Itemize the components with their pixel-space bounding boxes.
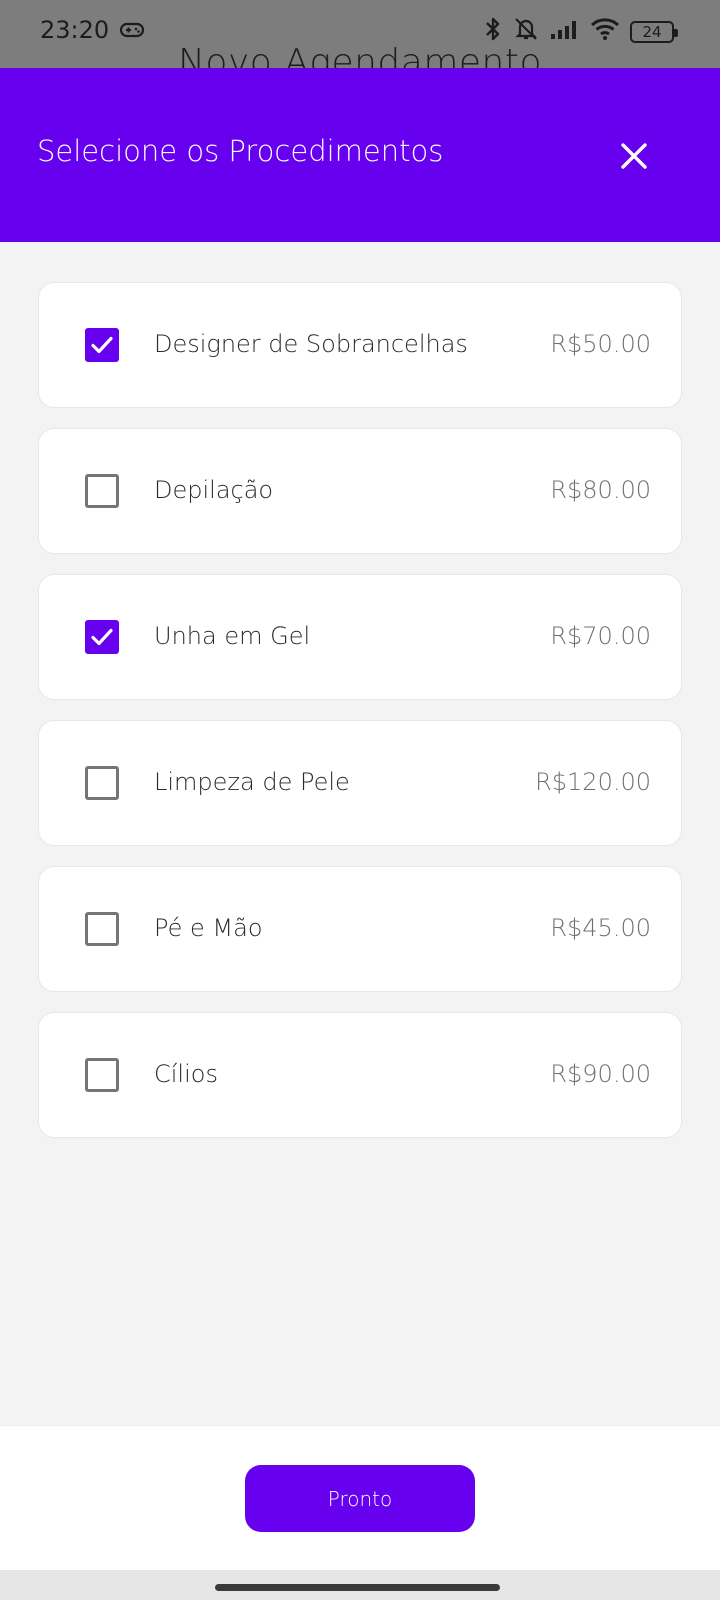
procedure-list: Designer de Sobrancelhas R$50.00 Depilaç… <box>38 282 682 1158</box>
status-icons: 24 <box>484 16 678 47</box>
procedure-label: Pé e Mão <box>154 914 263 942</box>
close-icon <box>621 143 647 169</box>
procedure-item[interactable]: Cílios R$90.00 <box>38 1012 682 1138</box>
procedure-price: R$50.00 <box>550 330 651 358</box>
wifi-icon <box>590 17 620 46</box>
procedure-checkbox[interactable] <box>85 474 119 508</box>
procedure-checkbox[interactable] <box>85 912 119 946</box>
procedure-checkbox[interactable] <box>85 766 119 800</box>
navigation-bar <box>0 1570 720 1600</box>
done-button[interactable]: Pronto <box>245 1465 475 1532</box>
procedure-checkbox[interactable] <box>85 1058 119 1092</box>
gamepad-icon <box>119 22 145 43</box>
procedure-price: R$90.00 <box>550 1060 651 1088</box>
procedure-price: R$70.00 <box>550 622 651 650</box>
bottom-action-bar: Pronto <box>0 1425 720 1570</box>
close-button[interactable] <box>612 134 656 178</box>
procedure-price: R$45.00 <box>550 914 651 942</box>
procedure-price: R$80.00 <box>550 476 651 504</box>
bluetooth-icon <box>484 16 502 47</box>
procedure-checkbox[interactable] <box>85 328 119 362</box>
mute-notification-icon <box>512 16 540 47</box>
procedure-item[interactable]: Designer de Sobrancelhas R$50.00 <box>38 282 682 408</box>
procedure-label: Unha em Gel <box>154 622 311 650</box>
procedure-item[interactable]: Depilação R$80.00 <box>38 428 682 554</box>
procedure-price: R$120.00 <box>535 768 651 796</box>
checkmark-icon <box>91 628 113 646</box>
procedure-checkbox[interactable] <box>85 620 119 654</box>
dialog-header: Selecione os Procedimentos <box>0 68 720 242</box>
procedure-item[interactable]: Unha em Gel R$70.00 <box>38 574 682 700</box>
procedure-label: Limpeza de Pele <box>154 768 350 796</box>
procedure-label: Cílios <box>154 1060 218 1088</box>
procedure-item[interactable]: Limpeza de Pele R$120.00 <box>38 720 682 846</box>
procedure-label: Depilação <box>154 476 274 504</box>
status-bar: Novo Agendamento 23:20 24 <box>0 0 720 68</box>
status-time: 23:20 <box>40 16 110 44</box>
battery-icon: 24 <box>630 20 678 43</box>
procedure-label: Designer de Sobrancelhas <box>154 330 468 358</box>
signal-icon <box>550 18 580 45</box>
procedure-item[interactable]: Pé e Mão R$45.00 <box>38 866 682 992</box>
gesture-handle[interactable] <box>215 1584 500 1591</box>
checkmark-icon <box>91 336 113 354</box>
dialog-title: Selecione os Procedimentos <box>37 134 444 168</box>
